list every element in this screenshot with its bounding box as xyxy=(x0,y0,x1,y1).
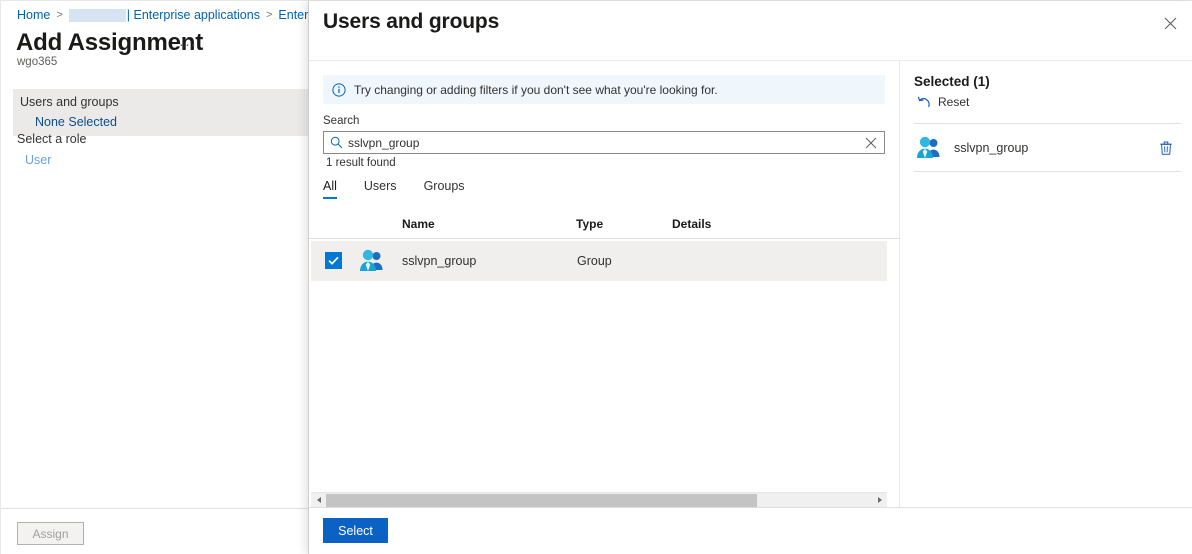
search-label: Search xyxy=(323,115,360,127)
list-item[interactable]: sslvpn_group xyxy=(914,124,1181,172)
select-button[interactable]: Select xyxy=(323,518,388,543)
panel-header: Users and groups xyxy=(309,1,1192,61)
horizontal-scrollbar[interactable] xyxy=(311,492,887,508)
tab-all[interactable]: All xyxy=(323,179,337,199)
scroll-left-arrow-icon[interactable] xyxy=(311,492,326,508)
search-input[interactable] xyxy=(348,135,858,150)
page-title: Add Assignment xyxy=(16,29,203,56)
undo-icon xyxy=(915,94,933,110)
group-icon xyxy=(359,249,385,273)
overflow-menu-icon[interactable]: ··· xyxy=(179,37,197,52)
selected-list: sslvpn_group xyxy=(914,123,1181,172)
selected-panel: Selected (1) Reset sslvpn_group xyxy=(899,61,1192,554)
page-footer: Assign xyxy=(1,508,308,554)
table-row[interactable]: sslvpn_group Group xyxy=(311,241,887,281)
app-root: Home > | Enterprise applications > Enter… xyxy=(0,0,1192,554)
assign-button[interactable]: Assign xyxy=(17,522,84,545)
reset-button[interactable]: Reset xyxy=(915,94,969,110)
tab-users[interactable]: Users xyxy=(364,179,397,199)
close-icon[interactable] xyxy=(1157,10,1183,36)
breadcrumb-separator-2: > xyxy=(265,9,273,21)
panel-title: Users and groups xyxy=(323,10,500,33)
breadcrumb: Home > | Enterprise applications > Enter… xyxy=(17,8,308,22)
tab-groups[interactable]: Groups xyxy=(424,179,465,199)
row-checkbox[interactable] xyxy=(325,252,342,269)
table-header: Name Type Details xyxy=(309,211,899,239)
select-a-role-label: Select a role xyxy=(17,132,87,146)
panel-left-column: Try changing or adding filters if you do… xyxy=(309,61,899,554)
result-count: 1 result found xyxy=(326,157,396,169)
row-type: Group xyxy=(577,254,612,268)
breadcrumb-separator: > xyxy=(56,9,63,21)
delete-icon[interactable] xyxy=(1157,138,1175,158)
filter-tabs: All Users Groups xyxy=(323,173,492,199)
panel-footer: Select xyxy=(309,507,1192,554)
scrollbar-thumb[interactable] xyxy=(326,493,758,507)
breadcrumb-item-enterprise-applications[interactable]: | Enterprise applications xyxy=(127,8,260,22)
breadcrumb-item-home[interactable]: Home xyxy=(17,8,50,22)
users-and-groups-value-link[interactable]: None Selected xyxy=(13,112,308,130)
search-icon xyxy=(324,136,348,149)
reset-label: Reset xyxy=(938,95,970,109)
info-banner: Try changing or adding filters if you do… xyxy=(323,75,885,104)
breadcrumb-redacted-tenant xyxy=(68,8,126,22)
users-and-groups-panel: Users and groups Try changing or adding … xyxy=(308,1,1192,554)
row-name: sslvpn_group xyxy=(402,254,477,268)
page-subtitle: wgo365 xyxy=(17,56,58,68)
panel-body: Try changing or adding filters if you do… xyxy=(309,61,1192,554)
group-icon xyxy=(916,136,942,160)
users-and-groups-label: Users and groups xyxy=(20,95,119,109)
selected-title: Selected (1) xyxy=(914,74,990,89)
column-header-name[interactable]: Name xyxy=(402,217,435,231)
add-assignment-page: Home > | Enterprise applications > Enter… xyxy=(1,1,308,554)
scrollbar-track[interactable] xyxy=(326,492,872,508)
selected-item-name: sslvpn_group xyxy=(954,141,1029,155)
column-header-details[interactable]: Details xyxy=(672,217,711,231)
scroll-right-arrow-icon[interactable] xyxy=(872,492,887,508)
clear-search-icon[interactable] xyxy=(858,137,884,149)
info-icon xyxy=(331,82,346,97)
users-and-groups-section: Users and groups None Selected xyxy=(13,89,308,136)
select-a-role-value-link[interactable]: User xyxy=(25,153,51,167)
info-banner-text: Try changing or adding filters if you do… xyxy=(354,82,718,97)
breadcrumb-item-enterprise-app[interactable]: Enterprise ap xyxy=(278,8,308,22)
column-header-type[interactable]: Type xyxy=(576,217,603,231)
search-box[interactable] xyxy=(323,131,885,154)
